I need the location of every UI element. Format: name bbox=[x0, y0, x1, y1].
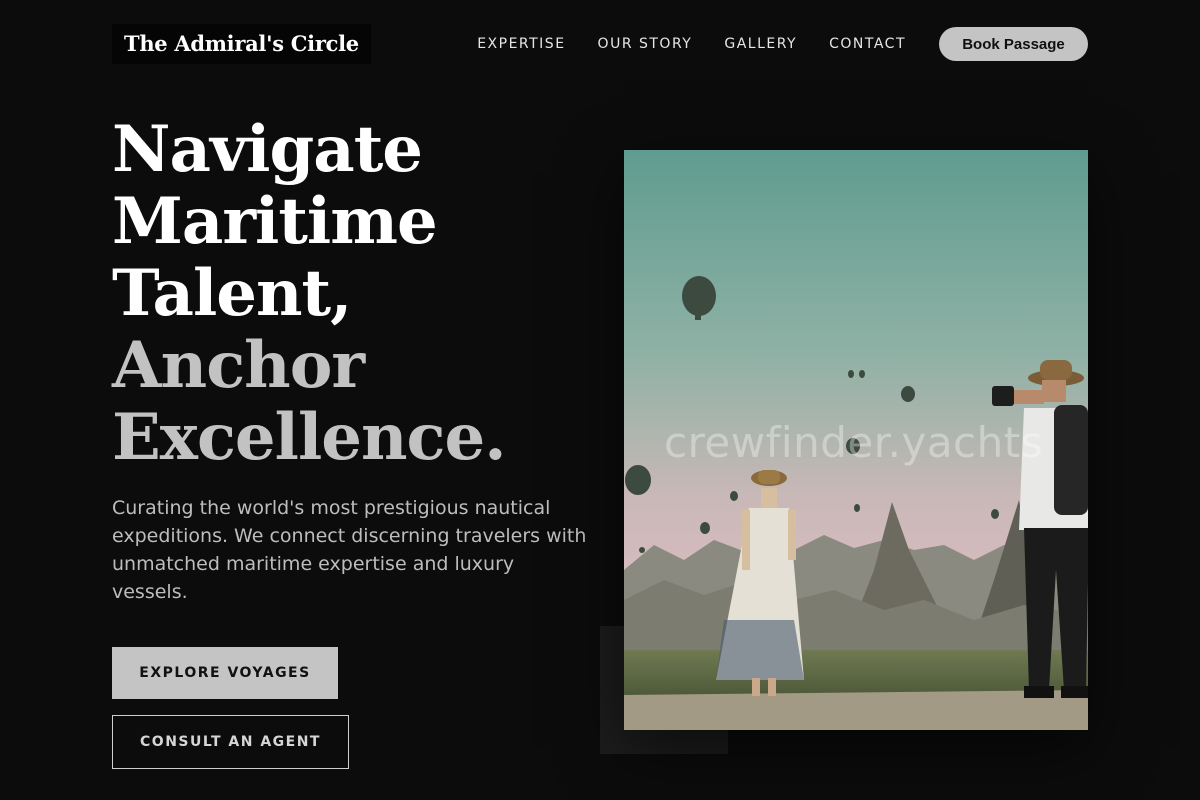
book-passage-button[interactable]: Book Passage bbox=[939, 27, 1088, 61]
hero-image: crewfinder.yachts bbox=[624, 150, 1088, 730]
consult-agent-button[interactable]: CONSULT AN AGENT bbox=[112, 715, 349, 769]
explore-voyages-button[interactable]: EXPLORE VOYAGES bbox=[112, 647, 338, 699]
nav-gallery[interactable]: GALLERY bbox=[724, 36, 797, 52]
hero-title-line-accent: Anchor bbox=[112, 328, 365, 403]
hero-title-line: Maritime bbox=[112, 184, 438, 259]
nav-contact[interactable]: CONTACT bbox=[829, 36, 906, 52]
brand-logo[interactable]: The Admiral's Circle bbox=[112, 24, 371, 64]
site-header: The Admiral's Circle EXPERTISE OUR STORY… bbox=[112, 24, 1088, 64]
nav-our-story[interactable]: OUR STORY bbox=[598, 36, 693, 52]
main-nav: EXPERTISE OUR STORY GALLERY CONTACT bbox=[477, 24, 906, 64]
hero-title-line: Talent, bbox=[112, 256, 352, 331]
hero-title-line-accent: Excellence. bbox=[112, 400, 506, 475]
nav-expertise[interactable]: EXPERTISE bbox=[477, 36, 565, 52]
image-watermark: crewfinder.yachts bbox=[664, 418, 1044, 467]
hero-title: Navigate Maritime Talent, Anchor Excelle… bbox=[112, 114, 582, 474]
hero-subtitle: Curating the world's most prestigious na… bbox=[112, 497, 587, 603]
hero-title-line: Navigate bbox=[112, 112, 423, 187]
